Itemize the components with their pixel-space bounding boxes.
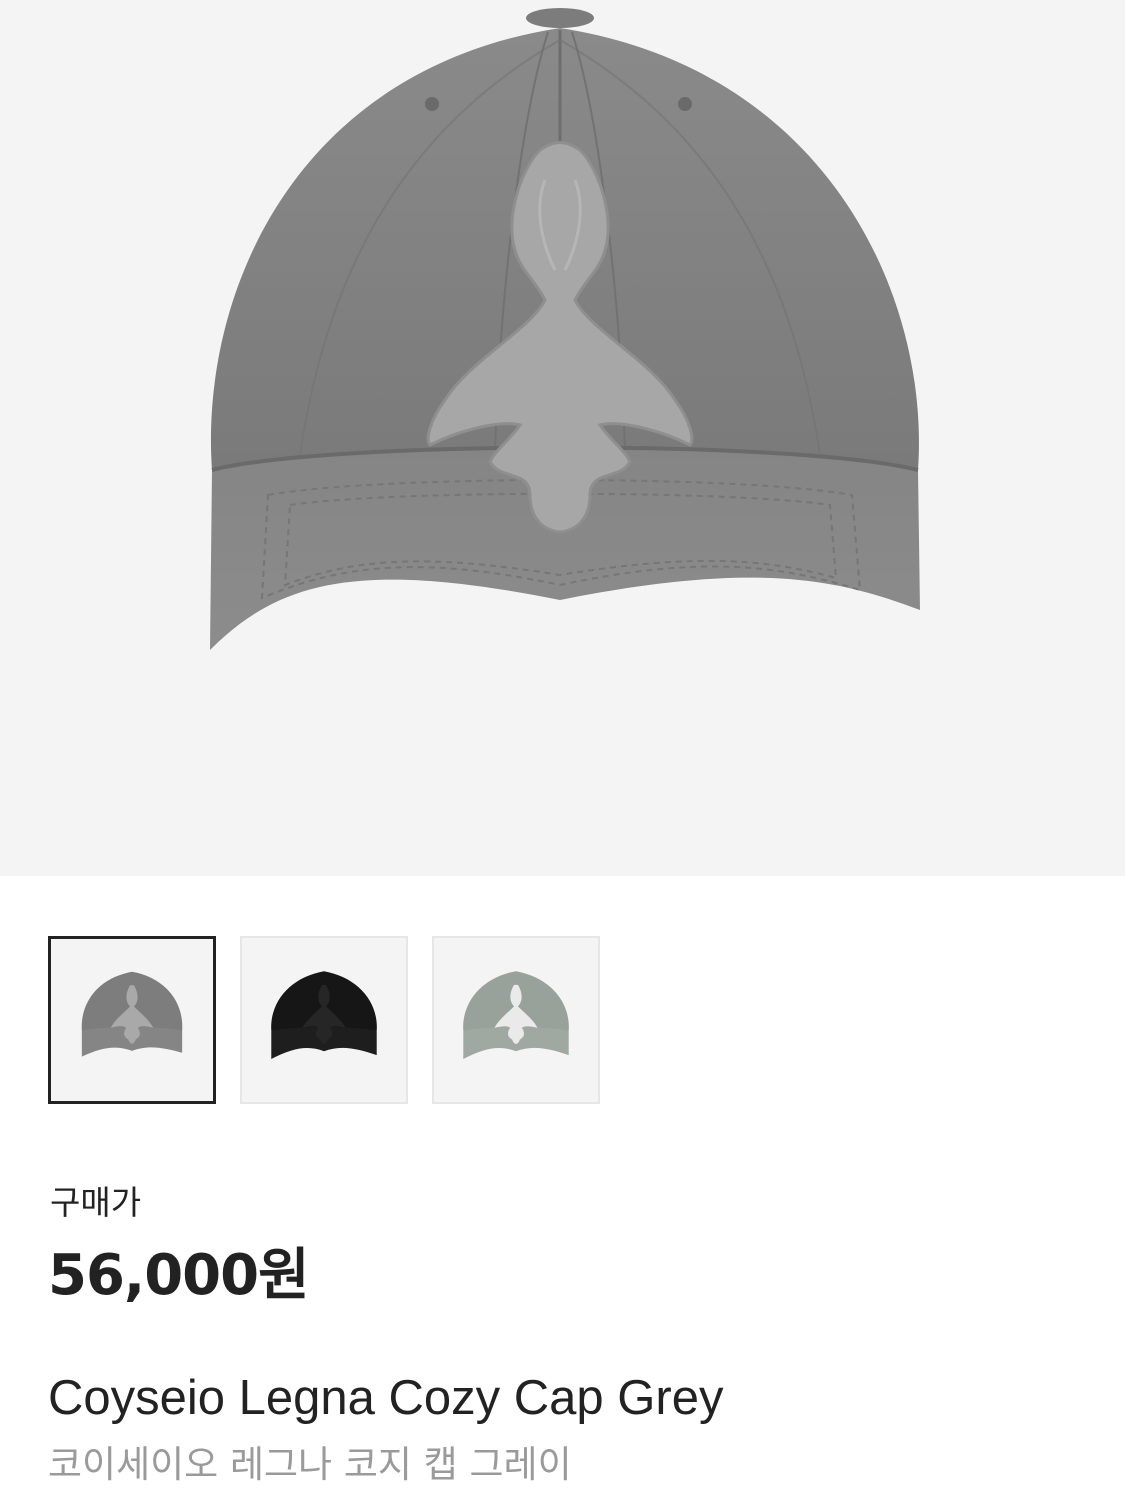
thumbnail-strip bbox=[48, 936, 608, 1106]
price-label: 구매가 bbox=[50, 1183, 142, 1222]
grey-cap-photo bbox=[210, 8, 920, 650]
product-name-english: Coyseio Legna Cozy Cap Grey bbox=[48, 1371, 724, 1425]
product-main-image[interactable] bbox=[0, 0, 1125, 876]
product-price: 56,000원 bbox=[48, 1243, 310, 1308]
sage-cap-photo bbox=[463, 971, 569, 1060]
product-name-korean: 코이세이오 레그나 코지 캡 그레이 bbox=[48, 1443, 572, 1486]
black-cap-photo bbox=[271, 971, 377, 1060]
thumbnail-sage[interactable] bbox=[432, 936, 600, 1104]
thumbnail-grey[interactable] bbox=[48, 936, 216, 1104]
thumbnail-black[interactable] bbox=[240, 936, 408, 1104]
grey-cap-photo bbox=[81, 971, 183, 1057]
